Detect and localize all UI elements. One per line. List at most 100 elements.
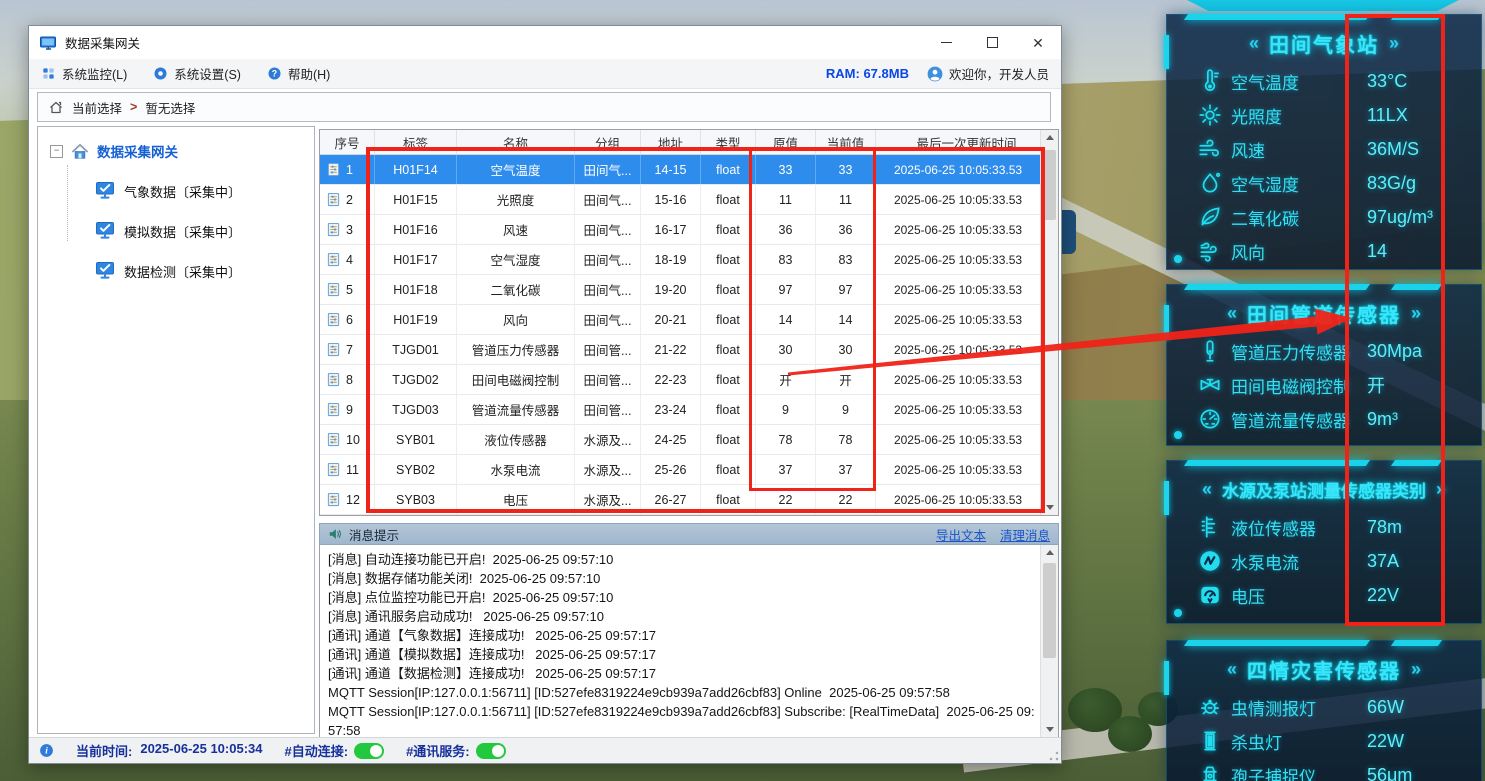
menu-item[interactable]: 系统监控(L)	[41, 64, 127, 83]
cell-current-value: 开	[816, 365, 876, 394]
scroll-down-arrow[interactable]	[1041, 722, 1058, 737]
table-header-cell[interactable]: 当前值	[816, 130, 876, 154]
menu-item[interactable]: 系统设置(S)	[153, 64, 241, 83]
sensor-reading-row: 虫情测报灯 66W	[1197, 690, 1471, 724]
close-button[interactable]: ✕	[1015, 26, 1061, 59]
table-row[interactable]: 9 TJGD03 管道流量传感器 田间管... 23-24 float 9 9 …	[320, 395, 1041, 425]
scroll-up-arrow[interactable]	[1041, 130, 1058, 145]
prev-arrow[interactable]: «	[1227, 659, 1237, 680]
table-header-row: 序号标签名称分组地址类型原值当前值最后一次更新时间	[320, 130, 1058, 155]
next-arrow[interactable]: »	[1411, 303, 1421, 324]
channel-tree-panel: − 数据采集网关 气象数据〔采集中〕 模拟数据〔采集中〕	[37, 126, 315, 734]
toggle-switch[interactable]	[476, 743, 506, 759]
sensor-label: 风向	[1231, 239, 1367, 264]
next-arrow[interactable]: »	[1389, 33, 1399, 54]
table-header-cell[interactable]: 标签	[375, 130, 457, 154]
dashboard-section-title: 四情灾害传感器	[1247, 655, 1401, 684]
table-row[interactable]: 7 TJGD01 管道压力传感器 田间管... 21-22 float 30 3…	[320, 335, 1041, 365]
cell-name: 管道流量传感器	[457, 395, 575, 424]
cell-address: 22-23	[641, 365, 701, 394]
tree-item-channel[interactable]: 模拟数据〔采集中〕	[95, 211, 314, 251]
export-text-link[interactable]: 导出文本	[936, 525, 986, 544]
maximize-button[interactable]	[969, 26, 1015, 59]
welcome-text: 欢迎你，开发人员	[927, 64, 1049, 83]
table-header-cell[interactable]: 类型	[701, 130, 756, 154]
monitor-check-icon	[95, 180, 115, 203]
cell-raw-value: 33	[756, 155, 816, 184]
resize-grip[interactable]	[1049, 751, 1059, 761]
log-line: MQTT Session[IP:127.0.0.1:56711] [ID:527…	[328, 702, 1036, 738]
table-header-cell[interactable]: 序号	[320, 130, 375, 154]
table-scrollbar[interactable]	[1040, 130, 1058, 515]
humidity-icon	[1197, 170, 1231, 196]
prev-arrow[interactable]: «	[1249, 33, 1259, 54]
row-config-icon	[326, 162, 341, 177]
co2-leaf-icon	[1197, 204, 1231, 230]
cell-last-update: 2025-06-25 10:05:33.53	[876, 215, 1041, 244]
tree-root-gateway[interactable]: − 数据采集网关	[50, 141, 314, 161]
cell-address: 20-21	[641, 305, 701, 334]
prev-arrow[interactable]: «	[1202, 479, 1212, 500]
row-config-icon	[326, 432, 341, 447]
toggle-label: #通讯服务:	[406, 741, 470, 760]
cell-tag: H01F17	[375, 245, 457, 274]
frame-mark	[1164, 35, 1169, 69]
sensor-value: 36M/S	[1367, 139, 1471, 160]
table-header-cell[interactable]: 原值	[756, 130, 816, 154]
cell-raw-value: 83	[756, 245, 816, 274]
cell-last-update: 2025-06-25 10:05:33.53	[876, 305, 1041, 334]
table-row[interactable]: 2 H01F15 光照度 田间气... 15-16 float 11 11 20…	[320, 185, 1041, 215]
tree-expander[interactable]: −	[50, 145, 63, 158]
title-bar[interactable]: 数据采集网关 ✕	[29, 26, 1061, 59]
toggle-switch[interactable]	[354, 743, 384, 759]
sensor-value: 33°C	[1367, 71, 1471, 92]
table-row[interactable]: 10 SYB01 液位传感器 水源及... 24-25 float 78 78 …	[320, 425, 1041, 455]
table-header-cell[interactable]: 分组	[575, 130, 641, 154]
sensor-label: 虫情测报灯	[1231, 695, 1367, 720]
sensor-label: 空气温度	[1231, 69, 1367, 94]
cell-current-value: 36	[816, 215, 876, 244]
tree-item-channel[interactable]: 气象数据〔采集中〕	[95, 171, 314, 211]
side-tab-handle[interactable]	[1062, 210, 1076, 254]
clear-messages-link[interactable]: 清理消息	[1000, 525, 1050, 544]
scrollbar-thumb[interactable]	[1043, 563, 1056, 658]
next-arrow[interactable]: »	[1436, 479, 1446, 500]
menu-item-label: 帮助(H)	[288, 64, 330, 83]
breadcrumb-current: 暂无选择	[145, 98, 195, 117]
message-scrollbar[interactable]	[1040, 545, 1058, 737]
cell-raw-value: 30	[756, 335, 816, 364]
scroll-up-arrow[interactable]	[1041, 545, 1058, 560]
prev-arrow[interactable]: «	[1227, 303, 1237, 324]
cell-group: 田间气...	[575, 155, 641, 184]
log-line: [通讯] 通道【数据检测】连接成功! 2025-06-25 09:57:17	[328, 664, 1036, 683]
table-row[interactable]: 11 SYB02 水泵电流 水源及... 25-26 float 37 37 2…	[320, 455, 1041, 485]
table-header-cell[interactable]: 地址	[641, 130, 701, 154]
sensor-label: 田间电磁阀控制	[1231, 373, 1367, 398]
table-row[interactable]: 12 SYB03 电压 水源及... 26-27 float 22 22 202…	[320, 485, 1041, 515]
minimize-button[interactable]	[923, 26, 969, 59]
next-arrow[interactable]: »	[1411, 659, 1421, 680]
table-row[interactable]: 3 H01F16 风速 田间气... 16-17 float 36 36 202…	[320, 215, 1041, 245]
sensor-reading-row: 管道压力传感器 30Mpa	[1197, 334, 1471, 368]
scroll-down-arrow[interactable]	[1041, 500, 1058, 515]
table-header-cell[interactable]: 名称	[457, 130, 575, 154]
menu-bar: 系统监控(L) 系统设置(S) 帮助(H) RAM: 67.8MB	[29, 59, 1061, 89]
table-row[interactable]: 1 H01F14 空气温度 田间气... 14-15 float 33 33 2…	[320, 155, 1041, 185]
table-row[interactable]: 4 H01F17 空气湿度 田间气... 18-19 float 83 83 2…	[320, 245, 1041, 275]
table-header-cell[interactable]: 最后一次更新时间	[876, 130, 1058, 154]
table-row[interactable]: 8 TJGD02 田间电磁阀控制 田间管... 22-23 float 开 开 …	[320, 365, 1041, 395]
menu-item[interactable]: 帮助(H)	[267, 64, 330, 83]
cell-address: 16-17	[641, 215, 701, 244]
tree-item-channel[interactable]: 数据检测〔采集中〕	[95, 251, 314, 291]
app-window: 数据采集网关 ✕ 系统监控(L) 系统设置(S)	[28, 25, 1062, 764]
cell-name: 水泵电流	[457, 455, 575, 484]
cell-address: 19-20	[641, 275, 701, 304]
table-row[interactable]: 5 H01F18 二氧化碳 田间气... 19-20 float 97 97 2…	[320, 275, 1041, 305]
gear-icon	[153, 66, 168, 81]
tree-item-label: 气象数据〔采集中〕	[124, 182, 241, 201]
scrollbar-thumb[interactable]	[1043, 150, 1056, 220]
sensor-value: 56μm	[1367, 765, 1471, 781]
cell-raw-value: 97	[756, 275, 816, 304]
table-row[interactable]: 6 H01F19 风向 田间气... 20-21 float 14 14 202…	[320, 305, 1041, 335]
frame-mark	[1164, 661, 1169, 695]
